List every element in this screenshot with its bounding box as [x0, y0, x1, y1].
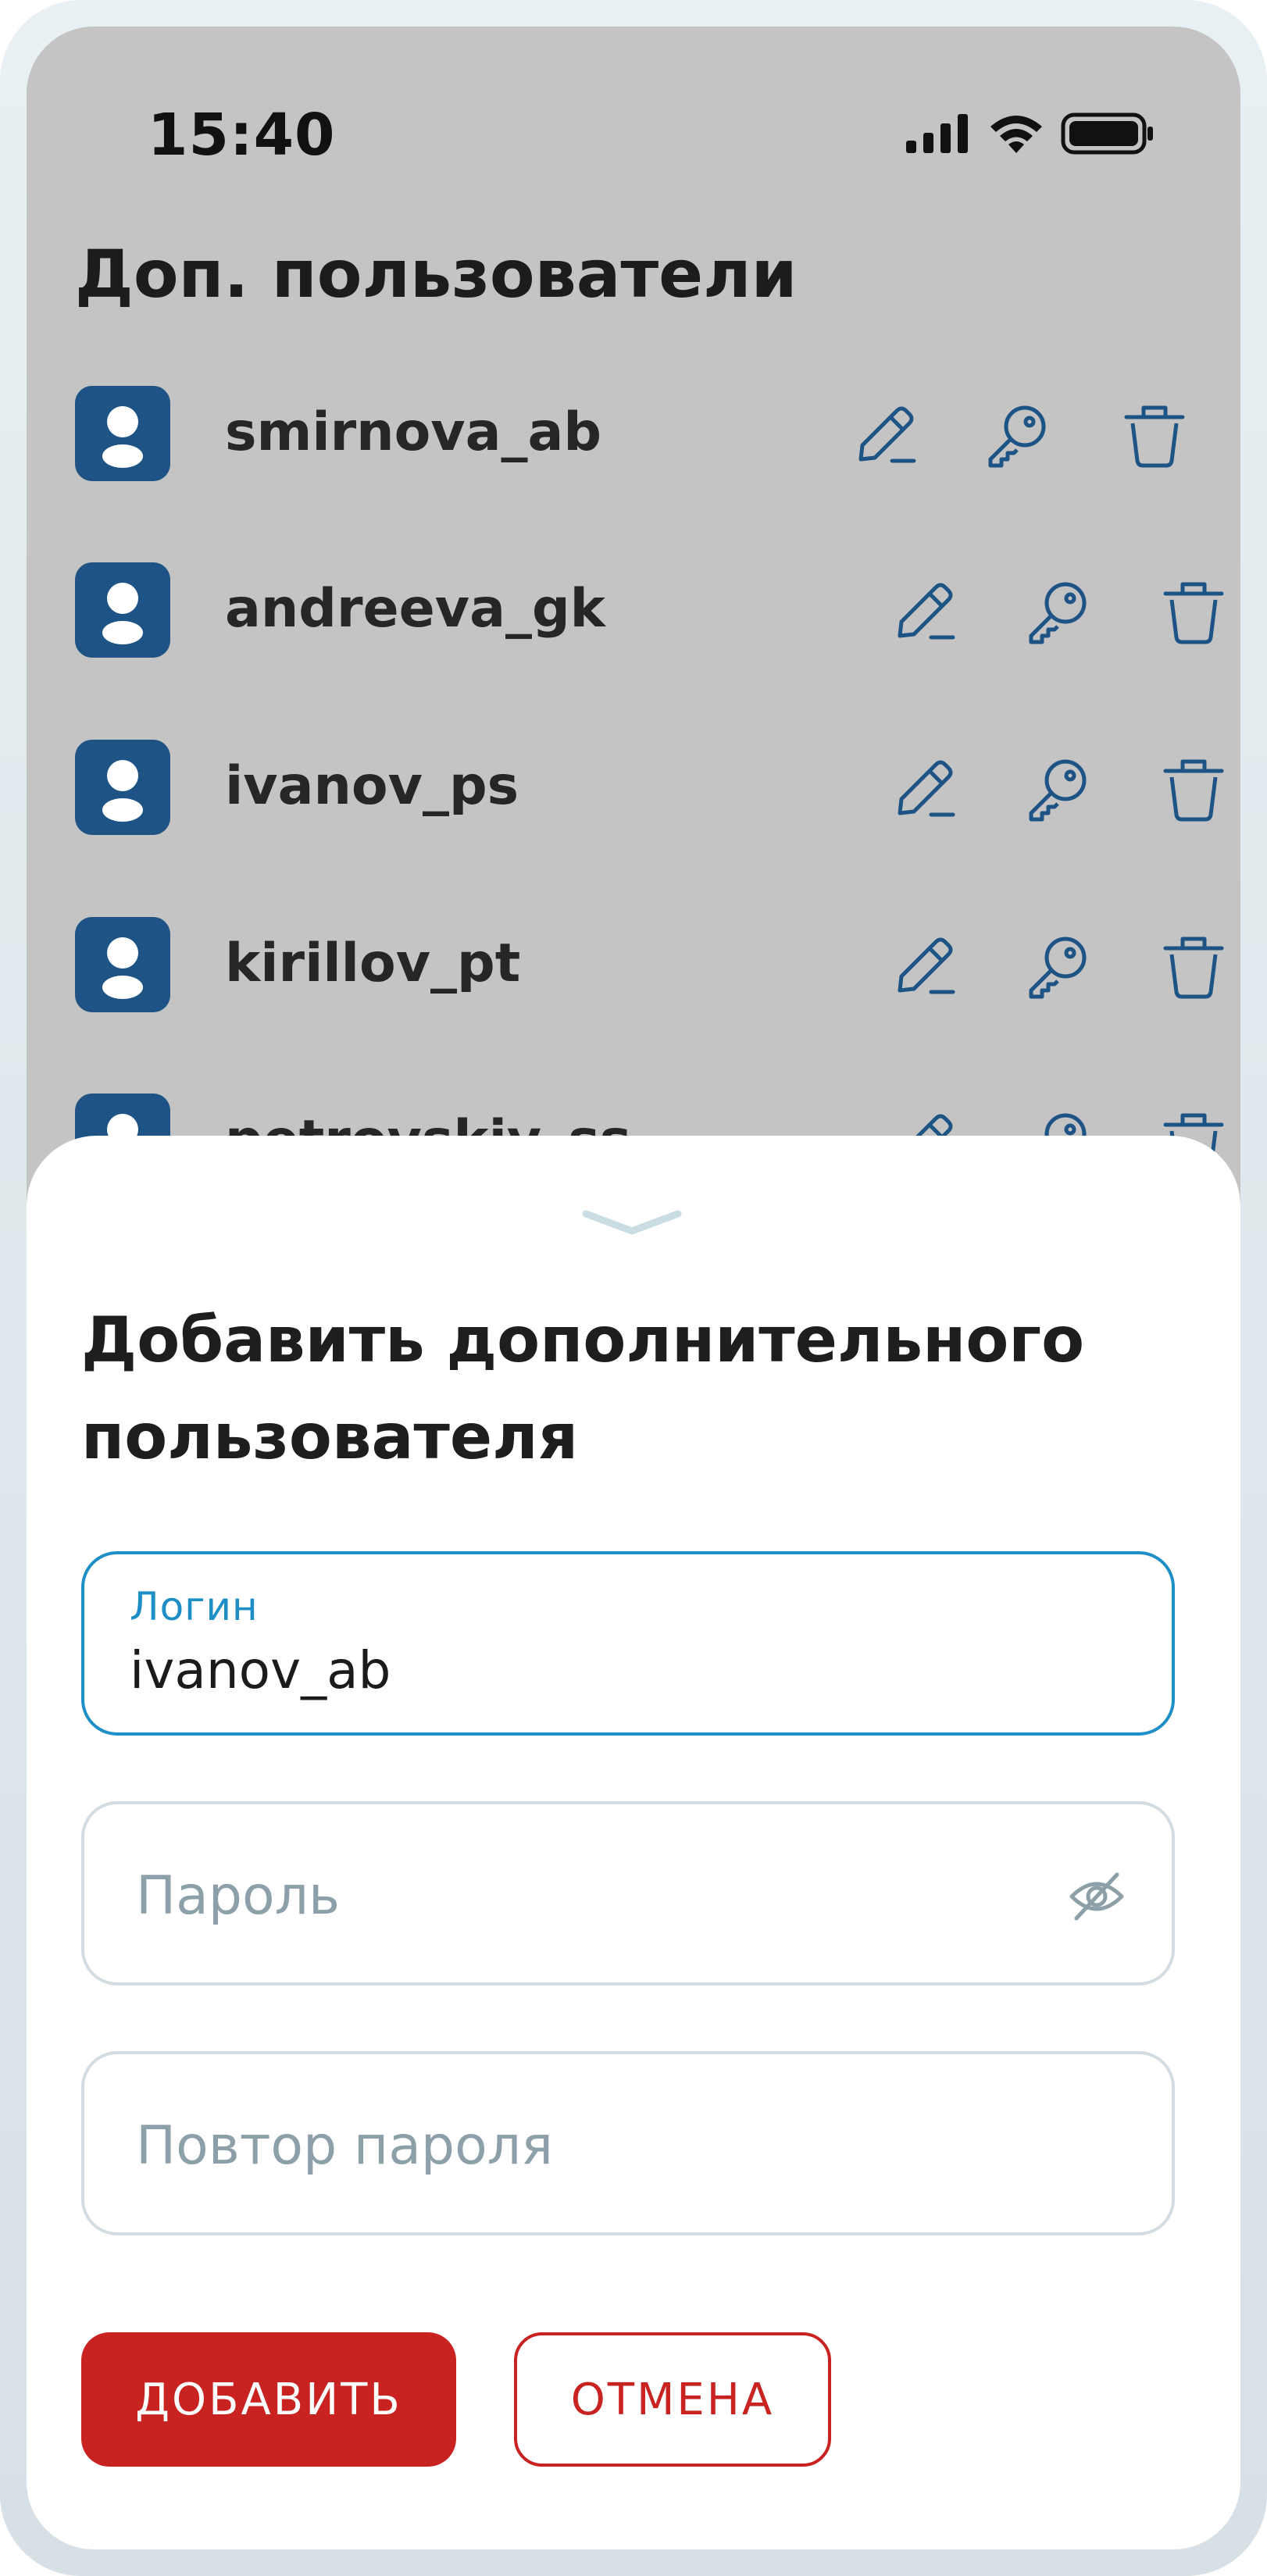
eye-off-icon[interactable]: [1067, 1867, 1126, 1926]
login-field-label: Логин: [130, 1584, 259, 1629]
screen: 15:40 Доп. пользователи smirnova_ab andr…: [27, 27, 1240, 2549]
password-field[interactable]: Пароль: [81, 1801, 1175, 1986]
user-row[interactable]: andreeva_gk: [75, 562, 1231, 658]
avatar-icon: [75, 562, 170, 658]
user-row[interactable]: smirnova_ab: [75, 386, 1231, 481]
avatar-icon: [75, 917, 170, 1012]
sheet-title: Добавить дополнительного пользователя: [81, 1304, 1085, 1473]
repeat-password-field[interactable]: Повтор пароля: [81, 2051, 1175, 2235]
user-login: kirillov_pt: [225, 933, 521, 994]
login-input[interactable]: [130, 1640, 989, 1700]
user-login: smirnova_ab: [225, 401, 602, 463]
user-login: andreeva_gk: [225, 578, 605, 640]
key-icon[interactable]: [980, 397, 1055, 472]
trash-icon[interactable]: [1117, 397, 1192, 472]
user-row[interactable]: ivanov_ps: [75, 740, 1231, 835]
cancel-button[interactable]: ОТМЕНА: [514, 2332, 831, 2467]
trash-icon[interactable]: [1156, 573, 1231, 648]
password-placeholder: Пароль: [136, 1865, 341, 1927]
user-row[interactable]: kirillov_pt: [75, 917, 1231, 1012]
edit-icon[interactable]: [848, 397, 923, 472]
repeat-password-placeholder: Повтор пароля: [136, 2115, 554, 2177]
key-icon[interactable]: [1020, 573, 1095, 648]
edit-icon[interactable]: [887, 573, 962, 648]
wifi-icon: [990, 116, 1042, 153]
edit-icon[interactable]: [887, 751, 962, 826]
avatar-icon: [75, 386, 170, 481]
key-icon[interactable]: [1020, 928, 1095, 1003]
battery-icon: [1061, 112, 1153, 155]
trash-icon[interactable]: [1156, 928, 1231, 1003]
page-title: Доп. пользователи: [75, 236, 798, 312]
login-field[interactable]: Логин: [81, 1551, 1175, 1736]
device-frame: 15:40 Доп. пользователи smirnova_ab andr…: [0, 0, 1267, 2576]
sheet-handle-chevron-icon[interactable]: [581, 1206, 683, 1237]
status-icons: [906, 112, 1155, 155]
status-time: 15:40: [148, 102, 336, 169]
bottom-sheet: Добавить дополнительного пользователя Ло…: [27, 1136, 1240, 2549]
trash-icon[interactable]: [1156, 751, 1231, 826]
add-button[interactable]: ДОБАВИТЬ: [81, 2332, 456, 2467]
user-login: ivanov_ps: [225, 755, 519, 817]
signal-icon: [906, 114, 968, 153]
edit-icon[interactable]: [887, 928, 962, 1003]
key-icon[interactable]: [1020, 751, 1095, 826]
avatar-icon: [75, 740, 170, 835]
